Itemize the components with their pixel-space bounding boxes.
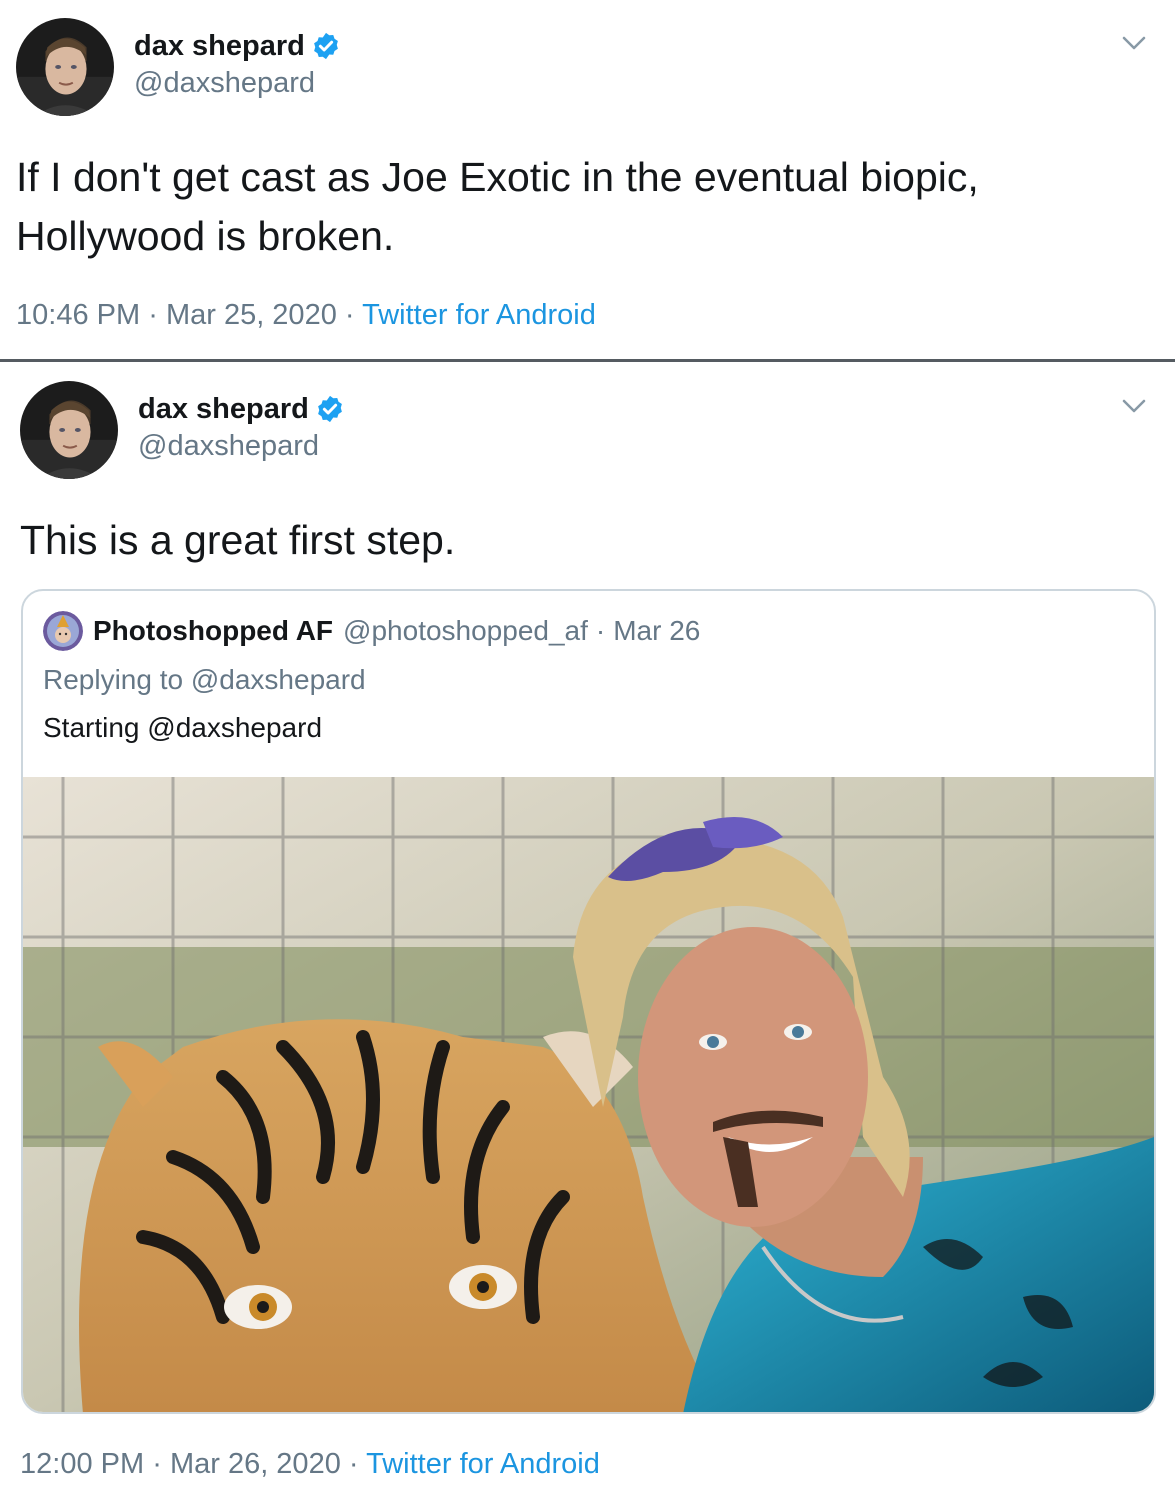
- chevron-down-icon[interactable]: [1119, 391, 1149, 421]
- quoted-display-name[interactable]: Photoshopped AF: [93, 615, 333, 647]
- handle[interactable]: @daxshepard: [134, 64, 341, 102]
- quoted-avatar: [43, 611, 83, 651]
- avatar-image: [16, 18, 114, 116]
- tweet-source-link[interactable]: Twitter for Android: [362, 299, 596, 331]
- handle[interactable]: @daxshepard: [138, 427, 345, 465]
- tweet-meta: 12:00 PM · Mar 26, 2020 · Twitter for An…: [20, 1445, 600, 1483]
- tweet-source-link[interactable]: Twitter for Android: [366, 1448, 600, 1480]
- quoted-handle[interactable]: @photoshopped_af: [343, 615, 588, 647]
- tiger-photo: [23, 777, 1154, 1412]
- tweet-meta: 10:46 PM · Mar 25, 2020 · Twitter for An…: [16, 296, 596, 334]
- display-name-text: dax shepard: [134, 30, 305, 62]
- tweet-1: dax shepard @daxshepard If I don't get c…: [0, 0, 1175, 360]
- quoted-tweet[interactable]: Photoshopped AF @photoshopped_af · Mar 2…: [21, 589, 1156, 1414]
- tweet-2: dax shepard @daxshepard This is a great …: [0, 363, 1175, 1506]
- verified-badge-icon: [313, 32, 338, 60]
- tweet-date[interactable]: Mar 25, 2020: [166, 299, 337, 331]
- tweet-date[interactable]: Mar 26, 2020: [170, 1448, 341, 1480]
- quoted-media-image[interactable]: [23, 777, 1154, 1412]
- separator: ·: [344, 299, 355, 331]
- display-name-text: dax shepard: [138, 393, 309, 425]
- verified-badge-icon: [317, 395, 342, 423]
- chevron-down-icon[interactable]: [1119, 28, 1149, 58]
- separator: ·: [148, 299, 158, 331]
- quoted-replying-to: Replying to @daxshepard: [43, 664, 366, 695]
- separator: ·: [152, 1448, 162, 1480]
- tweet-time[interactable]: 10:46 PM: [16, 299, 140, 331]
- display-name[interactable]: dax shepard: [134, 28, 341, 64]
- quoted-tweet-header: Photoshopped AF @photoshopped_af · Mar 2…: [43, 611, 700, 651]
- divider: [0, 359, 1175, 362]
- display-name[interactable]: dax shepard: [138, 391, 345, 427]
- avatar[interactable]: [20, 381, 118, 479]
- tweet-text: If I don't get cast as Joe Exotic in the…: [16, 154, 979, 259]
- tweet-text: This is a great first step.: [20, 517, 456, 563]
- avatar-image: [20, 381, 118, 479]
- separator: ·: [348, 1448, 359, 1480]
- separator: ·: [595, 615, 606, 646]
- quoted-date[interactable]: Mar 26: [613, 615, 700, 647]
- quoted-avatar-image: [43, 611, 83, 651]
- quoted-text: Starting @daxshepard: [43, 712, 323, 743]
- avatar[interactable]: [16, 18, 114, 116]
- tweet-time[interactable]: 12:00 PM: [20, 1448, 144, 1480]
